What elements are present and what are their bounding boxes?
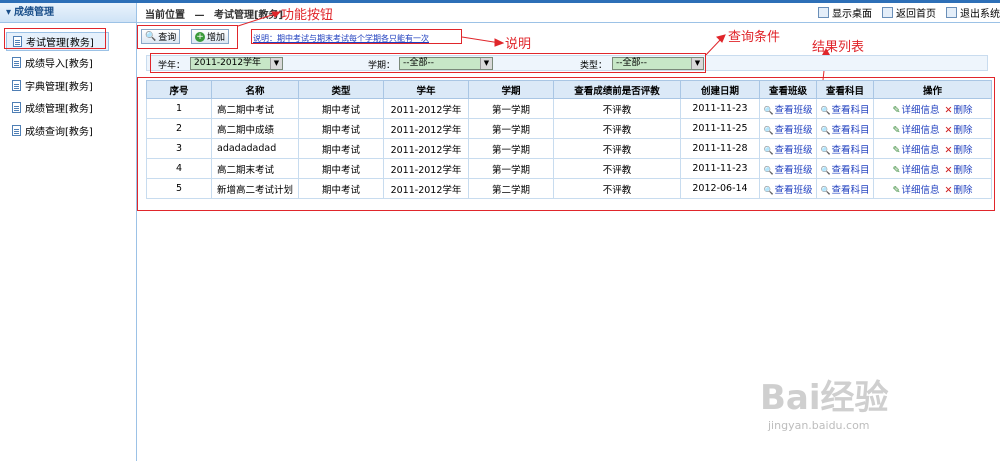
watermark-logo: Bai经验 [760,378,889,418]
watermark: Bai经验 jingyan.baidu.com [760,370,980,432]
annotation-box-results [137,77,995,211]
watermark-url: jingyan.baidu.com [768,419,870,432]
annotation-box-filters [150,53,706,73]
